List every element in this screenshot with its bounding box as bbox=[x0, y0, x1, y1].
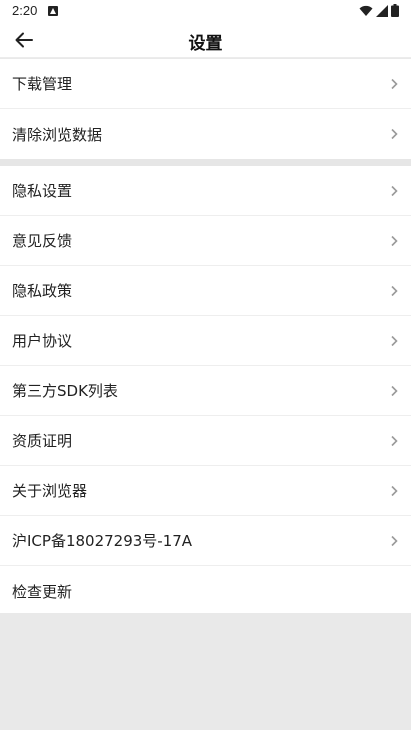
chevron-right-icon bbox=[391, 235, 398, 246]
row-label: 资质证明 bbox=[12, 432, 73, 450]
row-clear-browsing-data[interactable]: 清除浏览数据 bbox=[0, 109, 411, 159]
status-bar: 2:20 bbox=[0, 0, 411, 22]
chevron-right-icon bbox=[391, 435, 398, 446]
wifi-icon bbox=[359, 5, 373, 16]
notification-icon bbox=[48, 6, 58, 16]
row-privacy-policy[interactable]: 隐私政策 bbox=[0, 266, 411, 316]
row-privacy-settings[interactable]: 隐私设置 bbox=[0, 166, 411, 216]
page-title: 设置 bbox=[188, 34, 223, 54]
row-check-update[interactable]: 检查更新 bbox=[0, 566, 411, 616]
settings-group-1: 下载管理 清除浏览数据 bbox=[0, 59, 411, 159]
row-about-browser[interactable]: 关于浏览器 bbox=[0, 466, 411, 516]
section-divider bbox=[0, 159, 411, 166]
chevron-right-icon bbox=[391, 485, 398, 496]
chevron-right-icon bbox=[391, 78, 398, 89]
chevron-right-icon bbox=[391, 335, 398, 346]
signal-icon bbox=[376, 4, 388, 17]
row-label: 意见反馈 bbox=[12, 232, 73, 250]
row-label: 用户协议 bbox=[12, 332, 73, 350]
row-feedback[interactable]: 意见反馈 bbox=[0, 216, 411, 266]
battery-icon bbox=[391, 4, 399, 17]
status-time: 2:20 bbox=[12, 3, 38, 18]
row-label: 沪ICP备18027293号-17A bbox=[12, 532, 193, 550]
row-label: 关于浏览器 bbox=[12, 482, 88, 500]
row-user-agreement[interactable]: 用户协议 bbox=[0, 316, 411, 366]
chevron-right-icon bbox=[391, 185, 398, 196]
app-bar: 设置 bbox=[0, 22, 411, 58]
row-icp-license[interactable]: 沪ICP备18027293号-17A bbox=[0, 516, 411, 566]
row-qualification-certificate[interactable]: 资质证明 bbox=[0, 416, 411, 466]
empty-background bbox=[0, 613, 411, 730]
row-third-party-sdk-list[interactable]: 第三方SDK列表 bbox=[0, 366, 411, 416]
row-label: 第三方SDK列表 bbox=[12, 382, 118, 400]
row-label: 下载管理 bbox=[12, 75, 73, 93]
settings-group-2: 隐私设置 意见反馈 隐私政策 用户协议 第三方SDK列表 资质证明 关于浏览器 … bbox=[0, 166, 411, 613]
chevron-right-icon bbox=[391, 535, 398, 546]
chevron-right-icon bbox=[391, 385, 398, 396]
chevron-right-icon bbox=[391, 128, 398, 140]
status-icons bbox=[359, 4, 399, 17]
row-label: 隐私政策 bbox=[12, 282, 73, 300]
row-label: 隐私设置 bbox=[12, 182, 73, 200]
chevron-right-icon bbox=[391, 285, 398, 296]
row-download-management[interactable]: 下载管理 bbox=[0, 59, 411, 109]
row-label: 检查更新 bbox=[12, 582, 73, 601]
row-label: 清除浏览数据 bbox=[12, 125, 103, 144]
